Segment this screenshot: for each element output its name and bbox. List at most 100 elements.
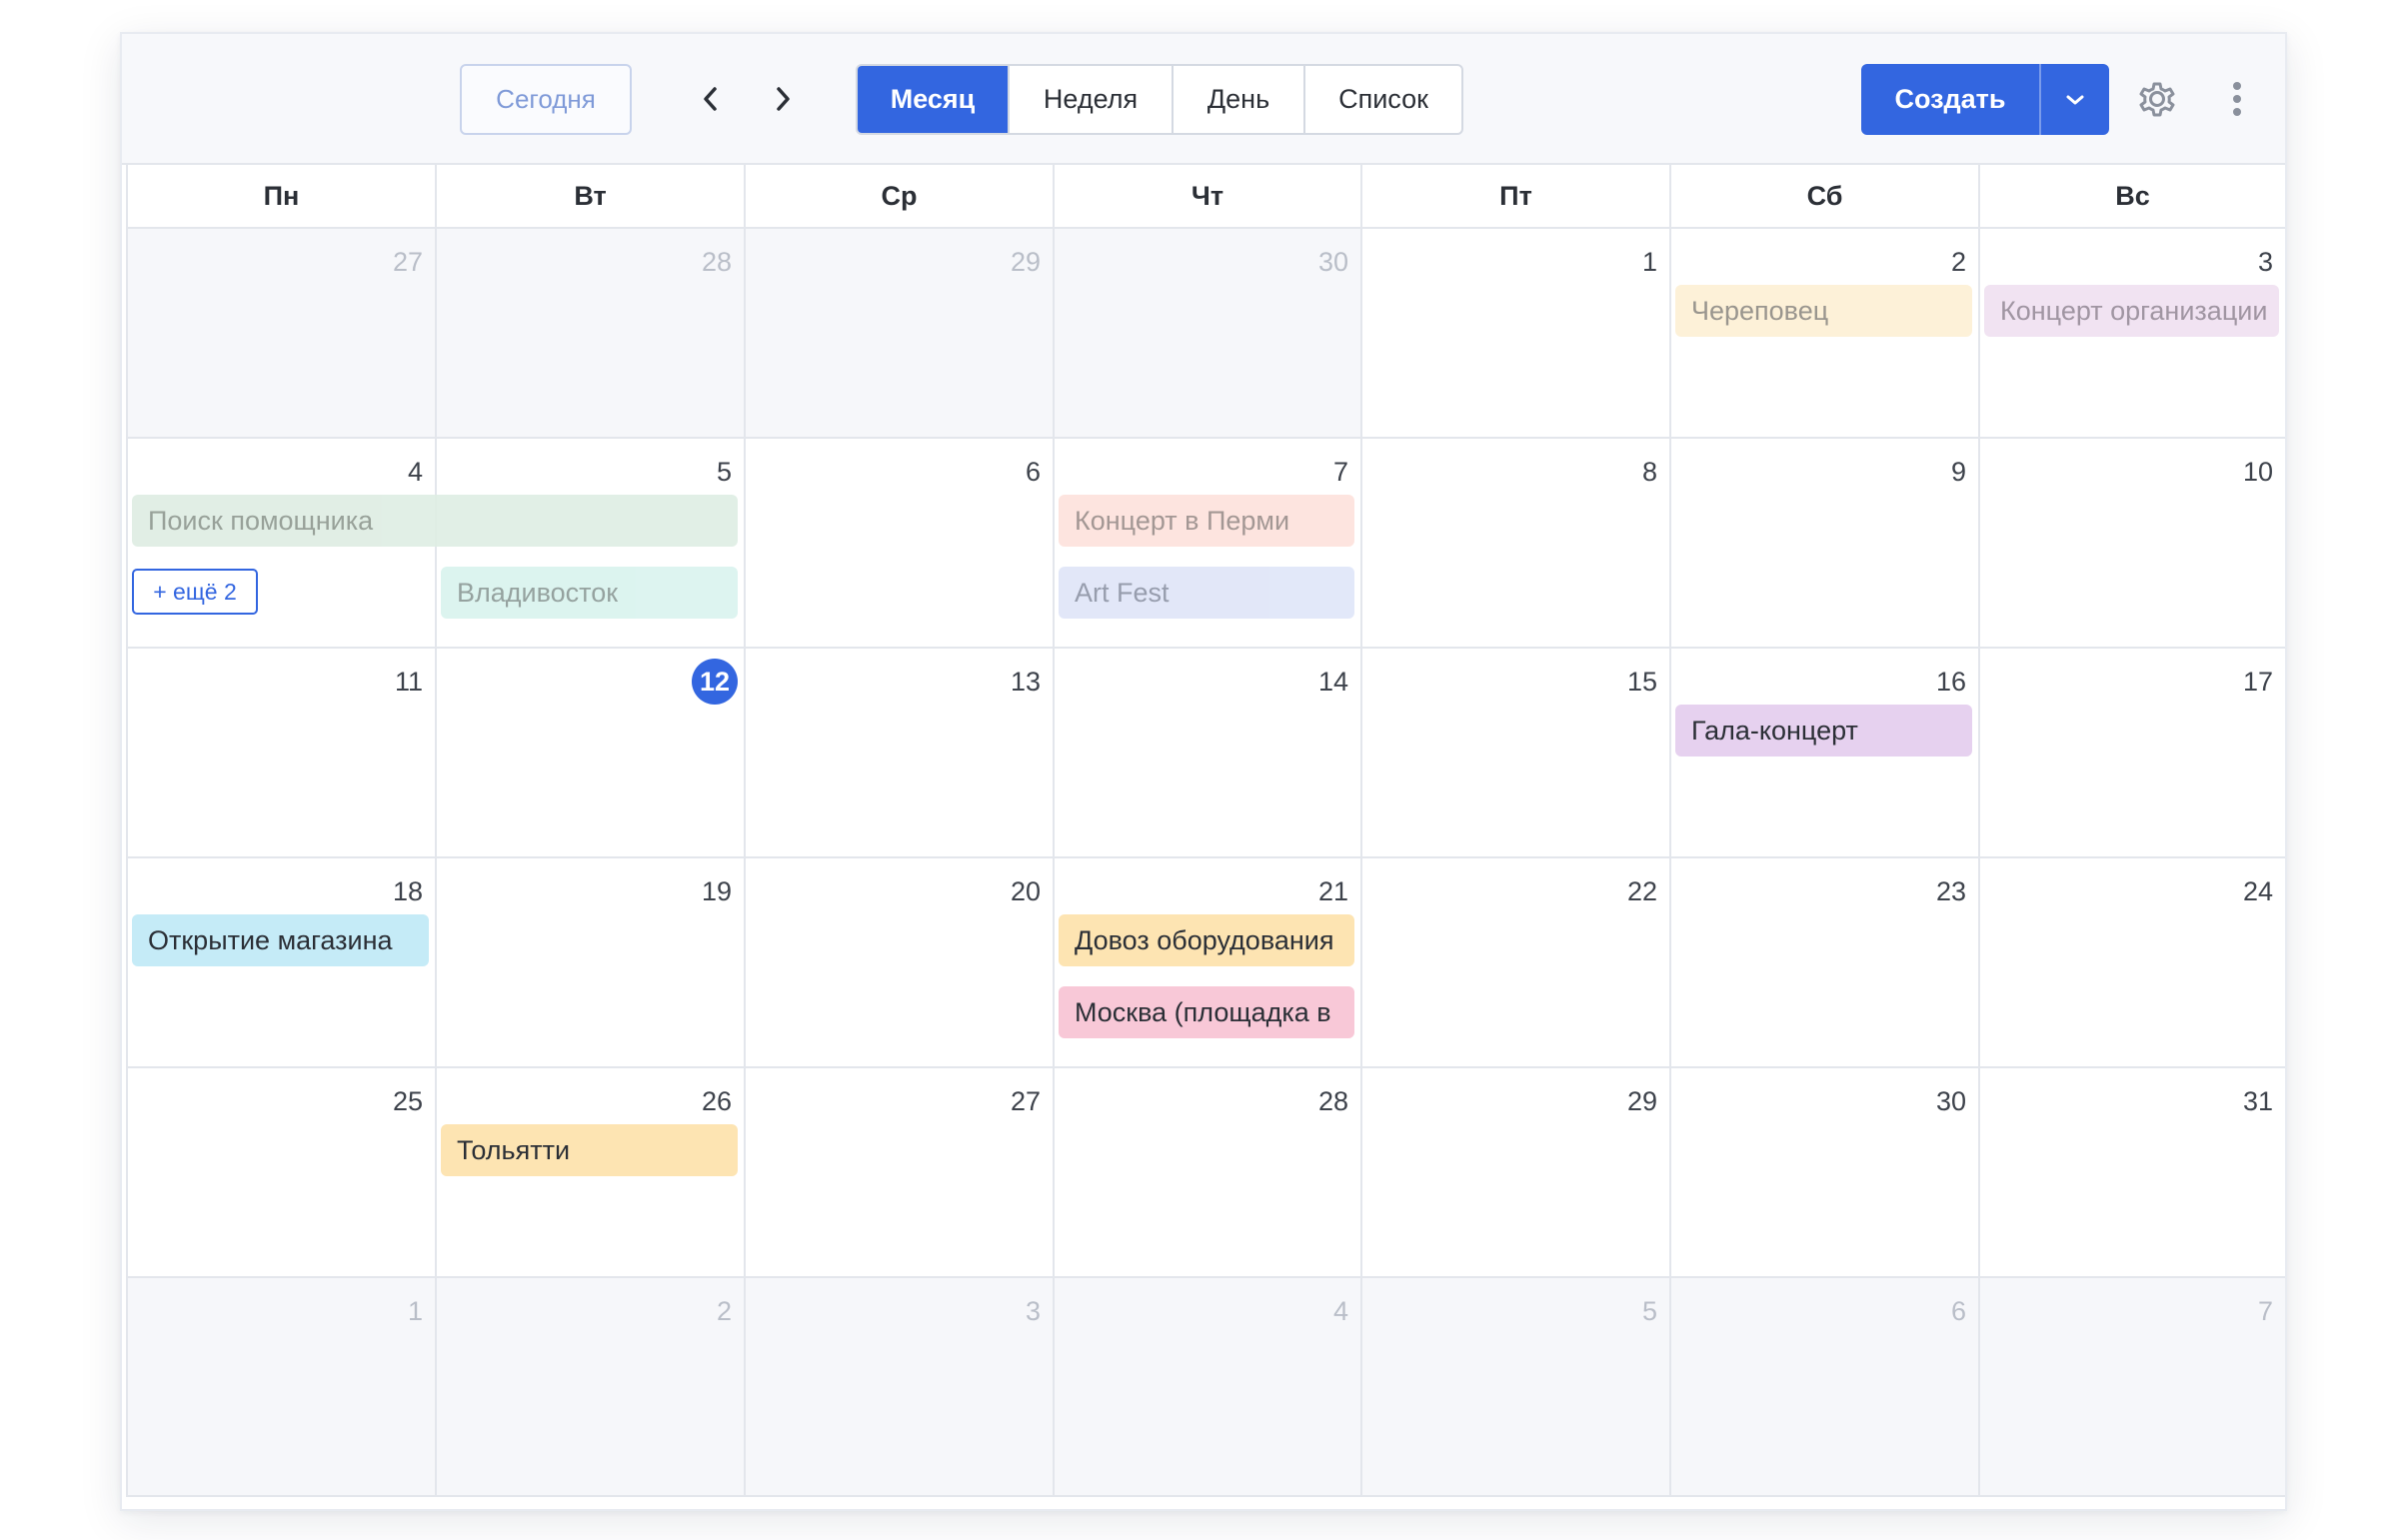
day-number[interactable]: 25 [393,1086,423,1117]
day-cell[interactable]: 19 [435,858,744,1068]
day-number[interactable]: 18 [393,876,423,907]
day-number[interactable]: 23 [1936,876,1966,907]
day-number[interactable]: 22 [1627,876,1657,907]
day-cell[interactable]: 24 [1978,858,2285,1068]
day-number[interactable]: 7 [2258,1296,2273,1327]
day-number[interactable]: 3 [2258,247,2273,278]
more-vertical-icon[interactable] [2212,74,2262,124]
day-cell[interactable]: 6 [1669,1278,1978,1497]
calendar-event[interactable]: Владивосток [441,567,738,619]
day-number[interactable]: 11 [395,667,423,698]
calendar-event[interactable]: Art Fest [1059,567,1354,619]
day-number[interactable]: 28 [702,247,732,278]
calendar-event[interactable]: Тольятти [441,1124,738,1176]
day-cell[interactable]: 28 [1053,1068,1360,1278]
day-number[interactable]: 4 [1333,1296,1348,1327]
day-number[interactable]: 27 [1011,1086,1041,1117]
view-list-button[interactable]: Список [1305,66,1461,133]
day-cell[interactable]: 3 [744,1278,1053,1497]
day-cell[interactable]: 30 [1669,1068,1978,1278]
day-number[interactable]: 26 [702,1086,732,1117]
gear-icon[interactable] [2132,74,2182,124]
weekday-label: Чт [1053,165,1360,227]
day-number[interactable]: 3 [1026,1296,1041,1327]
day-cell[interactable]: 30 [1053,229,1360,439]
day-number[interactable]: 24 [2243,876,2273,907]
calendar-event[interactable]: Концерт организации [1984,285,2279,337]
day-number[interactable]: 19 [702,876,732,907]
create-dropdown-chevron-icon[interactable] [2041,64,2109,135]
day-cell[interactable]: 28 [435,229,744,439]
day-number[interactable]: 1 [1642,247,1657,278]
day-cell[interactable]: 7 [1978,1278,2285,1497]
day-cell[interactable]: 31 [1978,1068,2285,1278]
day-number[interactable]: 28 [1318,1086,1348,1117]
today-button[interactable]: Сегодня [460,64,632,135]
calendar-event[interactable]: Москва (площадка в [1059,986,1354,1038]
day-number[interactable]: 6 [1026,457,1041,488]
day-number[interactable]: 27 [393,247,423,278]
view-month-button[interactable]: Месяц [858,66,1010,133]
calendar-event[interactable]: Довоз оборудования [1059,914,1354,966]
calendar-event[interactable]: Череповец [1675,285,1972,337]
day-number[interactable]: 21 [1318,876,1348,907]
calendar-event[interactable]: Гала-концерт [1675,705,1972,757]
day-cell[interactable]: 12 [435,649,744,858]
day-cell[interactable]: 1 [126,1278,435,1497]
day-number[interactable]: 13 [1011,667,1041,698]
day-cell[interactable]: 29 [744,229,1053,439]
day-number[interactable]: 10 [2243,457,2273,488]
day-number[interactable]: 9 [1951,457,1966,488]
day-cell[interactable]: 13 [744,649,1053,858]
day-cell[interactable]: 4 [1053,1278,1360,1497]
more-events-link[interactable]: + ещё 2 [132,569,258,615]
day-number[interactable]: 15 [1627,667,1657,698]
day-number[interactable]: 29 [1011,247,1041,278]
day-number[interactable]: 30 [1318,247,1348,278]
day-cell[interactable]: 2 [435,1278,744,1497]
day-cell[interactable]: 15 [1360,649,1669,858]
day-number[interactable]: 29 [1627,1086,1657,1117]
day-number[interactable]: 20 [1011,876,1041,907]
day-number[interactable]: 8 [1642,457,1657,488]
day-cell[interactable]: 8 [1360,439,1669,649]
day-cell[interactable]: 1 [1360,229,1669,439]
day-number[interactable]: 5 [717,457,732,488]
day-cell[interactable]: 27 [126,229,435,439]
day-cell[interactable]: 5 [1360,1278,1669,1497]
day-cell[interactable]: 20 [744,858,1053,1068]
day-number[interactable]: 14 [1318,667,1348,698]
day-cell[interactable]: 10 [1978,439,2285,649]
day-cell[interactable]: 23 [1669,858,1978,1068]
day-number[interactable]: 17 [2243,667,2273,698]
day-number[interactable]: 5 [1642,1296,1657,1327]
next-arrow-icon[interactable] [760,76,806,122]
day-cell[interactable]: 14 [1053,649,1360,858]
create-button[interactable]: Создать [1861,64,2041,135]
calendar-event[interactable]: Концерт в Перми [1059,495,1354,547]
today-date-badge[interactable]: 12 [692,659,738,705]
prev-arrow-icon[interactable] [688,76,734,122]
month-grid: Пн Вт Ср Чт Пт Сб Вс 27 28 29 30 1 2 3 4 5 6 7 8 9 10 11 12 13… [126,165,2285,1507]
day-number[interactable]: 31 [2243,1086,2273,1117]
day-number[interactable]: 16 [1936,667,1966,698]
day-number[interactable]: 2 [717,1296,732,1327]
day-cell[interactable]: 6 [744,439,1053,649]
day-cell[interactable]: 9 [1669,439,1978,649]
day-cell[interactable]: 29 [1360,1068,1669,1278]
view-week-button[interactable]: Неделя [1010,66,1174,133]
calendar-event[interactable]: Поиск помощника [132,495,738,547]
day-cell[interactable]: 25 [126,1068,435,1278]
view-day-button[interactable]: День [1174,66,1305,133]
day-cell[interactable]: 11 [126,649,435,858]
day-number[interactable]: 2 [1951,247,1966,278]
day-number[interactable]: 30 [1936,1086,1966,1117]
calendar-event[interactable]: Открытие магазина [132,914,429,966]
day-number[interactable]: 4 [408,457,423,488]
day-number[interactable]: 7 [1333,457,1348,488]
day-cell[interactable]: 22 [1360,858,1669,1068]
day-cell[interactable]: 27 [744,1068,1053,1278]
day-cell[interactable]: 17 [1978,649,2285,858]
day-number[interactable]: 1 [408,1296,423,1327]
day-number[interactable]: 6 [1951,1296,1966,1327]
